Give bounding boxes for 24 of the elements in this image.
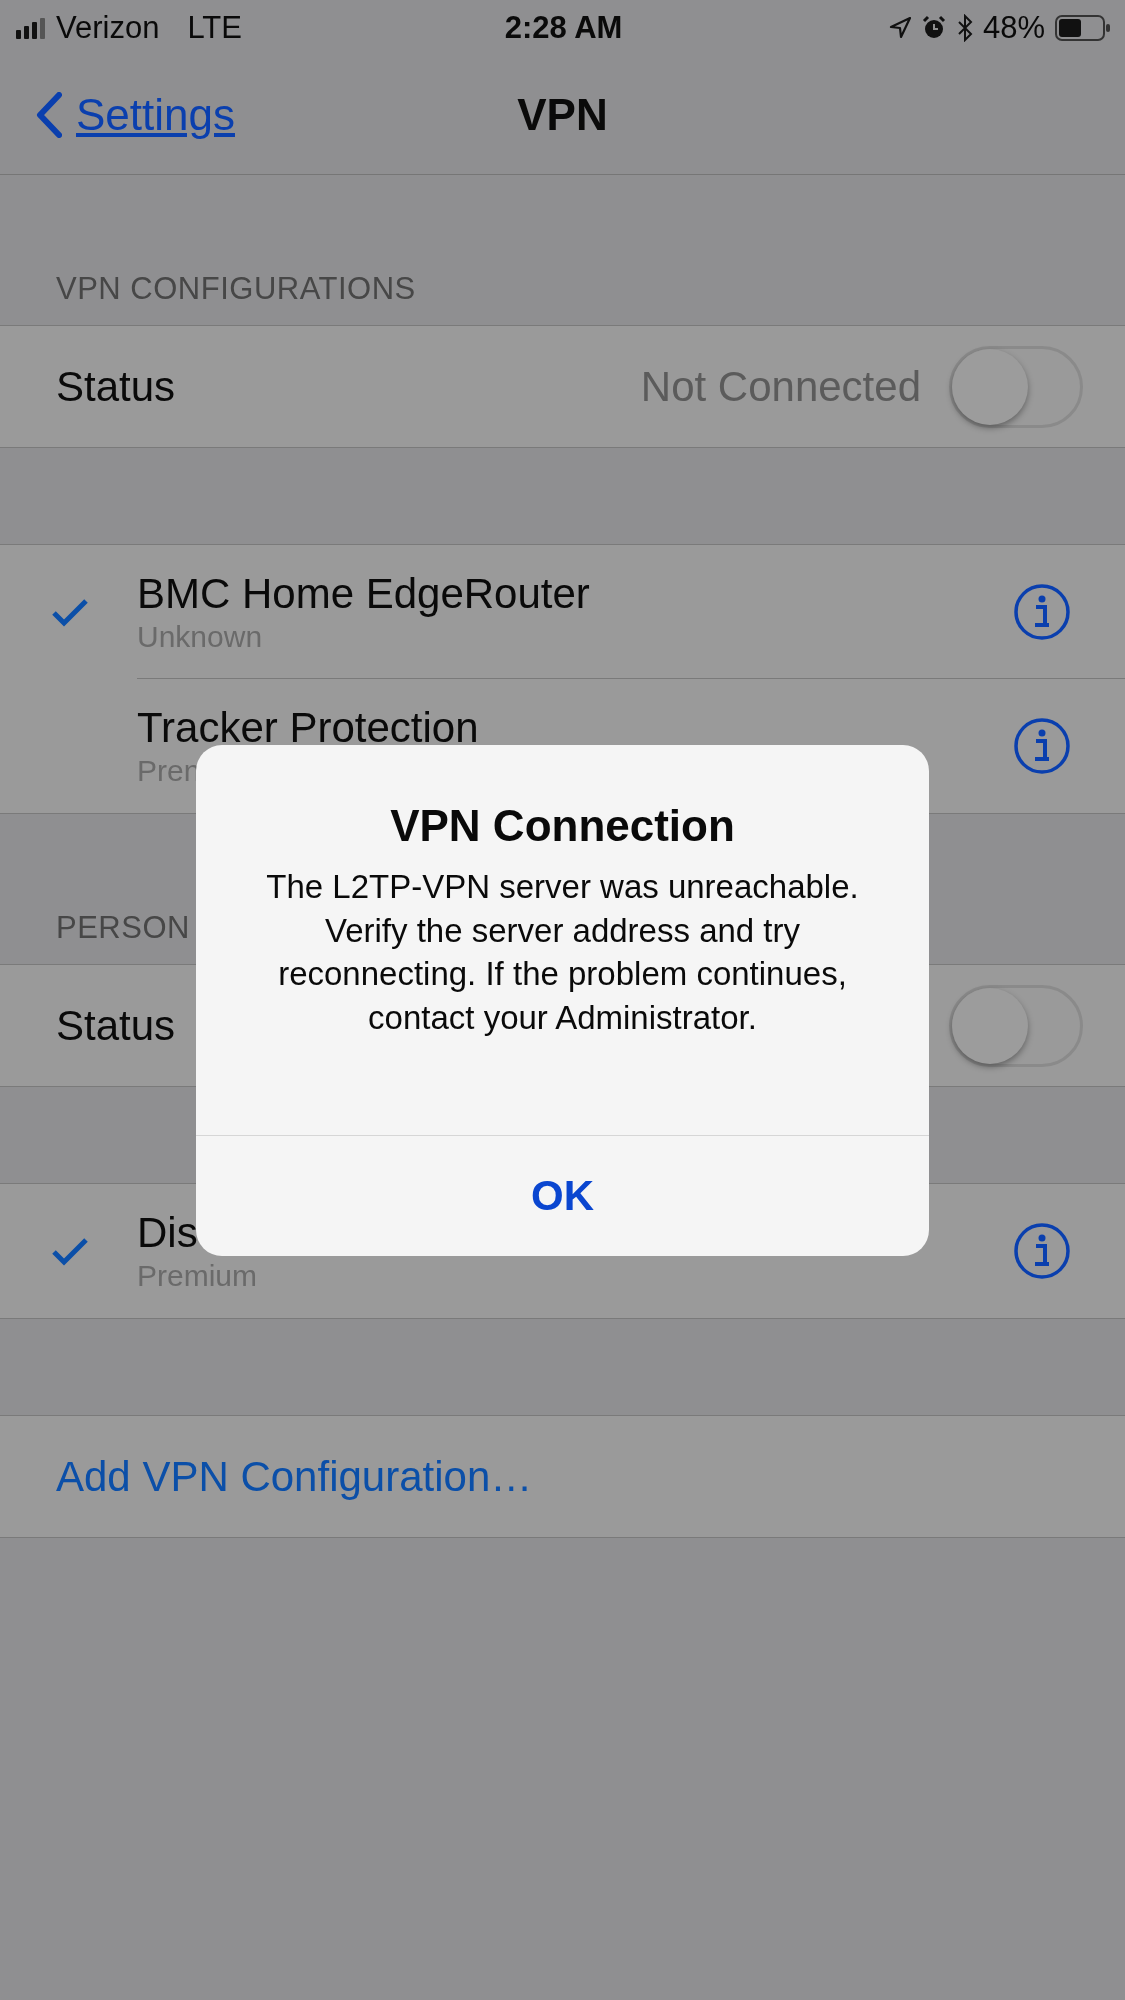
info-icon[interactable]	[1013, 717, 1071, 775]
section-header: VPN CONFIGURATIONS	[56, 271, 416, 307]
ok-button[interactable]: OK	[196, 1135, 929, 1256]
location-arrow-icon	[888, 16, 911, 39]
info-icon[interactable]	[1013, 583, 1071, 641]
info-icon[interactable]	[1013, 1222, 1071, 1280]
status-value: Not Connected	[640, 362, 921, 411]
status-label: Status	[56, 1001, 176, 1050]
configuration-name[interactable]: Dis	[137, 1209, 198, 1257]
battery-icon	[1055, 14, 1111, 41]
battery-percent: 48%	[982, 9, 1045, 46]
carrier-name: Verizon	[56, 9, 160, 46]
section-header: PERSON	[56, 910, 190, 946]
bluetooth-icon	[956, 13, 973, 42]
signal-icon	[16, 16, 46, 39]
alarm-clock-icon	[920, 14, 947, 41]
configuration-name[interactable]: BMC Home EdgeRouter	[137, 570, 590, 618]
page-title: VPN	[517, 89, 608, 140]
alert-title: VPN Connection	[390, 801, 735, 851]
chevron-left-icon	[36, 91, 62, 138]
alert-message: The L2TP-VPN server was unreachable. Verify the server address and try reconnecting. If the problem continues, contact your Administrator.	[265, 867, 860, 1038]
network-type: LTE	[187, 9, 242, 46]
clock-time: 2:28 AM	[504, 9, 623, 46]
status-label: Status	[56, 362, 176, 411]
